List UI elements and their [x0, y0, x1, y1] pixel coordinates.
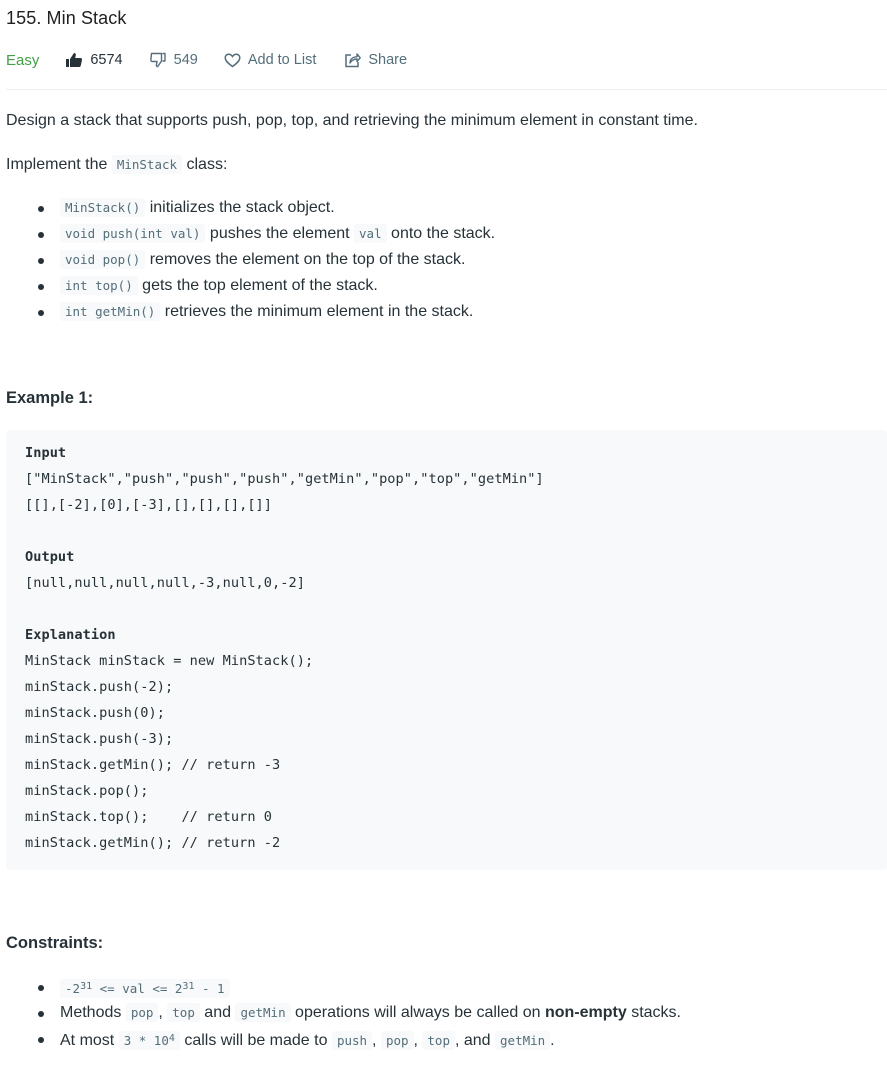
inline-code: MinStack() — [60, 198, 146, 217]
difficulty-badge: Easy — [6, 51, 40, 69]
inline-code: pop — [380, 1031, 414, 1050]
add-to-list-button[interactable]: Add to List — [224, 52, 317, 68]
list-item: int top() gets the top element of the st… — [38, 275, 495, 301]
input-label: Input — [25, 445, 67, 461]
code-line: minStack.push(0); — [25, 705, 165, 721]
heart-icon — [224, 52, 241, 67]
add-to-list-label: Add to List — [247, 52, 317, 68]
inline-code: -231 <= val <= 231 - 1 — [60, 979, 230, 998]
inline-code: MinStack — [111, 155, 183, 174]
list-item: Methods pop, top and getMin operations w… — [38, 1002, 681, 1028]
problem-title: 155. Min Stack — [6, 8, 127, 28]
list-item: -231 <= val <= 231 - 1 — [38, 976, 681, 1002]
code-line: minStack.push(-2); — [25, 679, 174, 695]
inline-code: pop — [125, 1003, 159, 1022]
thumbs-up-icon — [66, 53, 83, 67]
code-line: minStack.top(); // return 0 — [25, 809, 273, 825]
thumbs-down-icon — [149, 52, 166, 68]
inline-code: int top() — [60, 276, 138, 295]
code-line: minStack.pop(); — [25, 783, 149, 799]
code-line: minStack.push(-3); — [25, 731, 174, 747]
inline-code: void pop() — [60, 250, 146, 269]
example-heading: Example 1: — [6, 389, 94, 407]
constraints-list: -231 <= val <= 231 - 1 Methods pop, top … — [38, 976, 681, 1054]
code-line: minStack.getMin(); // return -3 — [25, 757, 281, 773]
inline-code: int getMin() — [60, 302, 161, 321]
share-button[interactable]: Share — [344, 52, 407, 68]
explanation-label: Explanation — [25, 627, 116, 643]
output-label: Output — [25, 549, 75, 565]
list-item: int getMin() retrieves the minimum eleme… — [38, 301, 495, 327]
problem-intro: Design a stack that supports push, pop, … — [6, 112, 698, 129]
inline-code: 3 * 104 — [118, 1031, 180, 1050]
inline-code: top — [422, 1031, 455, 1050]
inline-code: void push(int val) — [60, 224, 206, 243]
list-item: void push(int val) pushes the element va… — [38, 223, 495, 249]
list-item: void pop() removes the element on the to… — [38, 249, 495, 275]
constraints-heading: Constraints: — [6, 934, 104, 952]
inline-code: push — [331, 1031, 373, 1050]
inline-code: getMin — [235, 1003, 291, 1022]
share-label: Share — [368, 52, 408, 68]
header-divider — [6, 89, 887, 90]
input-line-2: [[],[-2],[0],[-3],[],[],[],[]] — [25, 497, 273, 513]
inline-code: top — [167, 1003, 200, 1022]
output-line: [null,null,null,null,-3,null,0,-2] — [25, 575, 305, 591]
example-code-block: Input ["MinStack","push","push","push","… — [6, 430, 887, 870]
list-item: MinStack() initializes the stack object. — [38, 197, 495, 223]
like-button[interactable]: 6574 — [65, 52, 123, 68]
dislike-count: 549 — [173, 52, 198, 68]
list-item: At most 3 * 104 calls will be made to pu… — [38, 1028, 681, 1054]
implement-line: Implement the MinStack class: — [6, 155, 228, 174]
dislike-button[interactable]: 549 — [149, 52, 198, 68]
inline-code: val — [354, 224, 387, 243]
problem-meta-bar: Easy 6574 549 Add to List Share — [6, 49, 435, 71]
share-icon — [345, 53, 362, 68]
like-count: 6574 — [90, 52, 123, 68]
method-list: MinStack() initializes the stack object.… — [38, 197, 495, 327]
inline-code: getMin — [495, 1031, 551, 1050]
code-line: MinStack minStack = new MinStack(); — [25, 653, 314, 669]
code-line: minStack.getMin(); // return -2 — [25, 835, 281, 851]
input-line-1: ["MinStack","push","push","push","getMin… — [25, 471, 544, 487]
